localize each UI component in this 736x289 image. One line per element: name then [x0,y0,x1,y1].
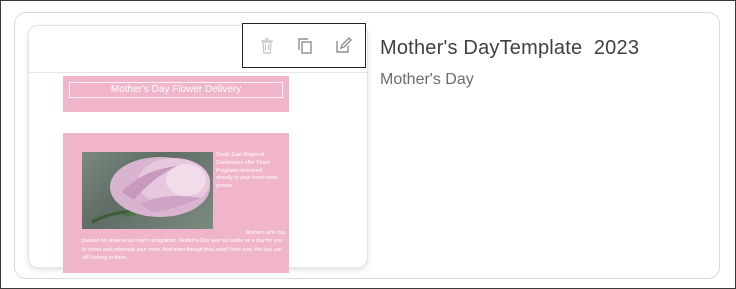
email-banner: Mother's Day Flower Delivery [63,76,289,112]
side-paragraph: South East Regional Cemeteries offer Flo… [216,152,278,190]
edit-icon[interactable] [333,36,353,56]
body-text: passed on deserve as much recognition. M… [82,238,283,262]
template-title[interactable]: Mother's DayTemplate 2023 [380,37,639,60]
body-paragraph: Mothers who bas passed on deserve as muc… [82,229,286,263]
copy-icon[interactable] [295,36,315,56]
flower-image [82,152,213,229]
template-category: Mother's Day [380,71,474,88]
template-actions-toolbar [242,23,366,68]
email-content-block: South East Regional Cemeteries offer Flo… [63,133,289,273]
body-lead: Mothers who bas [245,230,286,236]
trash-icon[interactable] [257,36,277,56]
banner-title: Mother's Day Flower Delivery [69,82,283,98]
preview-divider [29,72,367,73]
